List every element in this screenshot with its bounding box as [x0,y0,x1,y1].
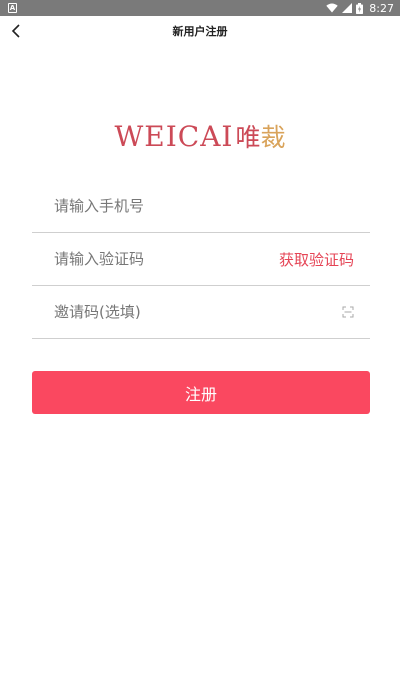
verification-code-input[interactable] [54,250,254,268]
wifi-icon [326,3,338,13]
status-right: 8:27 [326,2,394,15]
register-form: 获取验证码 [32,180,370,339]
logo-wordmark: WEICAI [114,119,234,153]
get-code-button[interactable]: 获取验证码 [279,249,354,270]
app-notification-icon: A [8,3,17,13]
invite-field-row [32,286,370,339]
chevron-left-icon [11,24,20,38]
invite-code-input[interactable] [54,303,254,321]
register-button[interactable]: 注册 [32,371,370,414]
page-title: 新用户注册 [172,25,228,38]
status-bar: A 8:27 [0,0,400,16]
status-left: A [8,3,17,13]
phone-input[interactable] [54,197,254,215]
scan-icon[interactable] [342,306,354,318]
status-time: 8:27 [369,1,394,15]
brand-logo: WEICAI 唯裁 [0,116,400,156]
code-field-row: 获取验证码 [32,233,370,286]
signal-icon [342,3,353,13]
battery-icon [356,2,364,14]
back-button[interactable] [6,20,26,42]
nav-bar: 新用户注册 [0,16,400,46]
logo-chinese-accent: 裁 [260,123,286,152]
logo-chinese: 唯裁 [235,118,285,154]
logo-chinese-main: 唯 [235,123,261,152]
phone-field-row [32,180,370,233]
